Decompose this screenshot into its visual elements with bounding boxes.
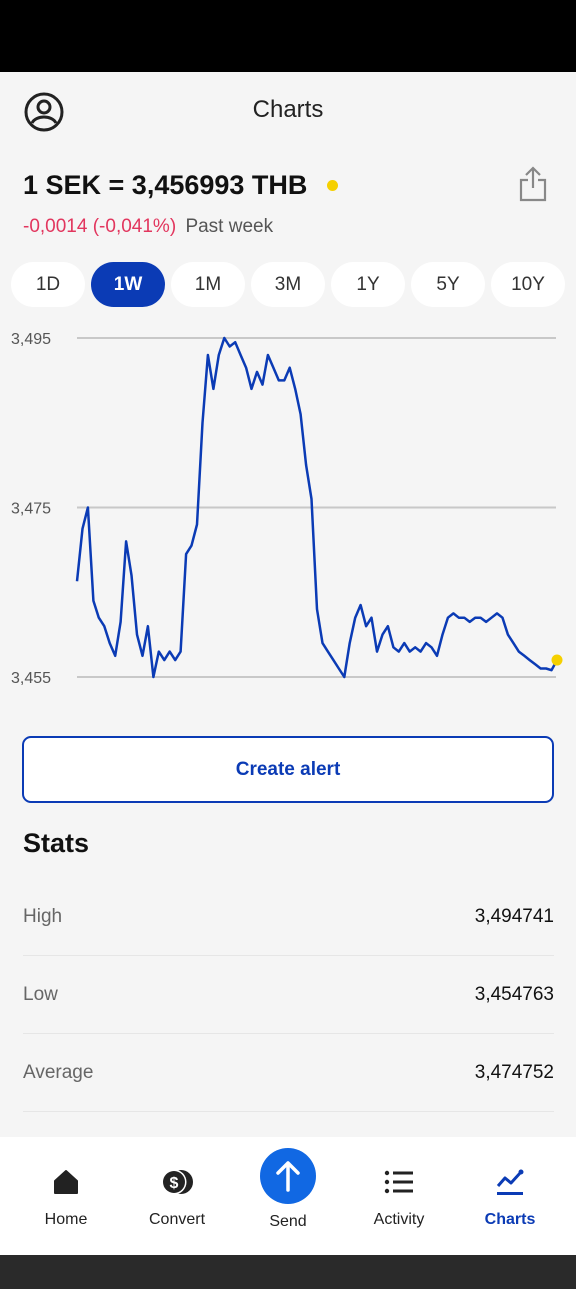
range-tab-1d[interactable]: 1D — [11, 262, 85, 307]
share-button[interactable] — [516, 164, 550, 204]
nav-item-home[interactable]: Home — [11, 1137, 121, 1255]
nav-item-convert[interactable]: $ Convert — [122, 1137, 232, 1255]
nav-label-convert: Convert — [148, 1211, 206, 1228]
stats-title: Stats — [23, 828, 90, 858]
current-value-marker — [551, 654, 563, 666]
rate-heading: 1 SEK = 3,456993 THB — [23, 170, 339, 201]
share-icon — [519, 166, 547, 202]
convert-icon: $ — [160, 1165, 194, 1199]
rate-text: 1 SEK = 3,456993 THB — [23, 170, 308, 200]
range-tab-1m[interactable]: 1M — [171, 262, 245, 307]
y-tick-label: 3,455 — [11, 670, 51, 687]
rate-change-period: Past week — [185, 216, 274, 237]
stat-row-average: Average 3,474752 — [23, 1034, 554, 1112]
live-indicator-dot — [327, 180, 339, 191]
stat-value: 3,454763 — [474, 983, 554, 1005]
rate-chart[interactable]: 3,495 3,475 3,455 — [0, 320, 576, 700]
range-tabs: 1D 1W 1M 3M 1Y 5Y 10Y — [11, 262, 565, 307]
nav-item-charts[interactable]: Charts — [455, 1137, 565, 1255]
range-tab-1y[interactable]: 1Y — [331, 262, 405, 307]
range-tab-10y[interactable]: 10Y — [491, 262, 565, 307]
range-tab-3m[interactable]: 3M — [251, 262, 325, 307]
range-tab-5y[interactable]: 5Y — [411, 262, 485, 307]
nav-label-activity: Activity — [373, 1211, 425, 1228]
app-header: Charts — [0, 72, 576, 150]
rate-change-value: -0,0014 (-0,041%) — [23, 216, 177, 237]
y-tick-label: 3,475 — [11, 501, 51, 518]
nav-item-send[interactable]: Send — [233, 1137, 343, 1255]
stat-label: Low — [23, 983, 58, 1005]
svg-text:$: $ — [170, 1175, 179, 1192]
system-nav-bar — [0, 1255, 576, 1289]
stat-value: 3,494741 — [474, 905, 554, 927]
home-icon — [49, 1165, 83, 1199]
stat-label: Average — [23, 1061, 94, 1083]
create-alert-button[interactable]: Create alert — [22, 736, 554, 803]
stat-value: 3,474752 — [474, 1061, 554, 1083]
status-bar — [0, 0, 576, 72]
stat-row-high: High 3,494741 — [23, 878, 554, 956]
chart-line-icon — [493, 1165, 527, 1199]
page-title: Charts — [252, 96, 324, 123]
nav-item-activity[interactable]: Activity — [344, 1137, 454, 1255]
rate-change: -0,0014 (-0,041%) Past week — [23, 216, 273, 238]
nav-label-charts: Charts — [484, 1211, 536, 1228]
range-tab-1w[interactable]: 1W — [91, 262, 165, 307]
list-icon — [382, 1165, 416, 1199]
stat-label: High — [23, 905, 63, 927]
send-arrow-icon — [260, 1148, 316, 1204]
bottom-nav: Home $ Convert Send Activity Charts — [0, 1137, 576, 1255]
nav-label-home: Home — [44, 1211, 88, 1228]
nav-label-send: Send — [269, 1213, 307, 1230]
stat-row-low: Low 3,454763 — [23, 956, 554, 1034]
y-tick-label: 3,495 — [11, 331, 51, 348]
